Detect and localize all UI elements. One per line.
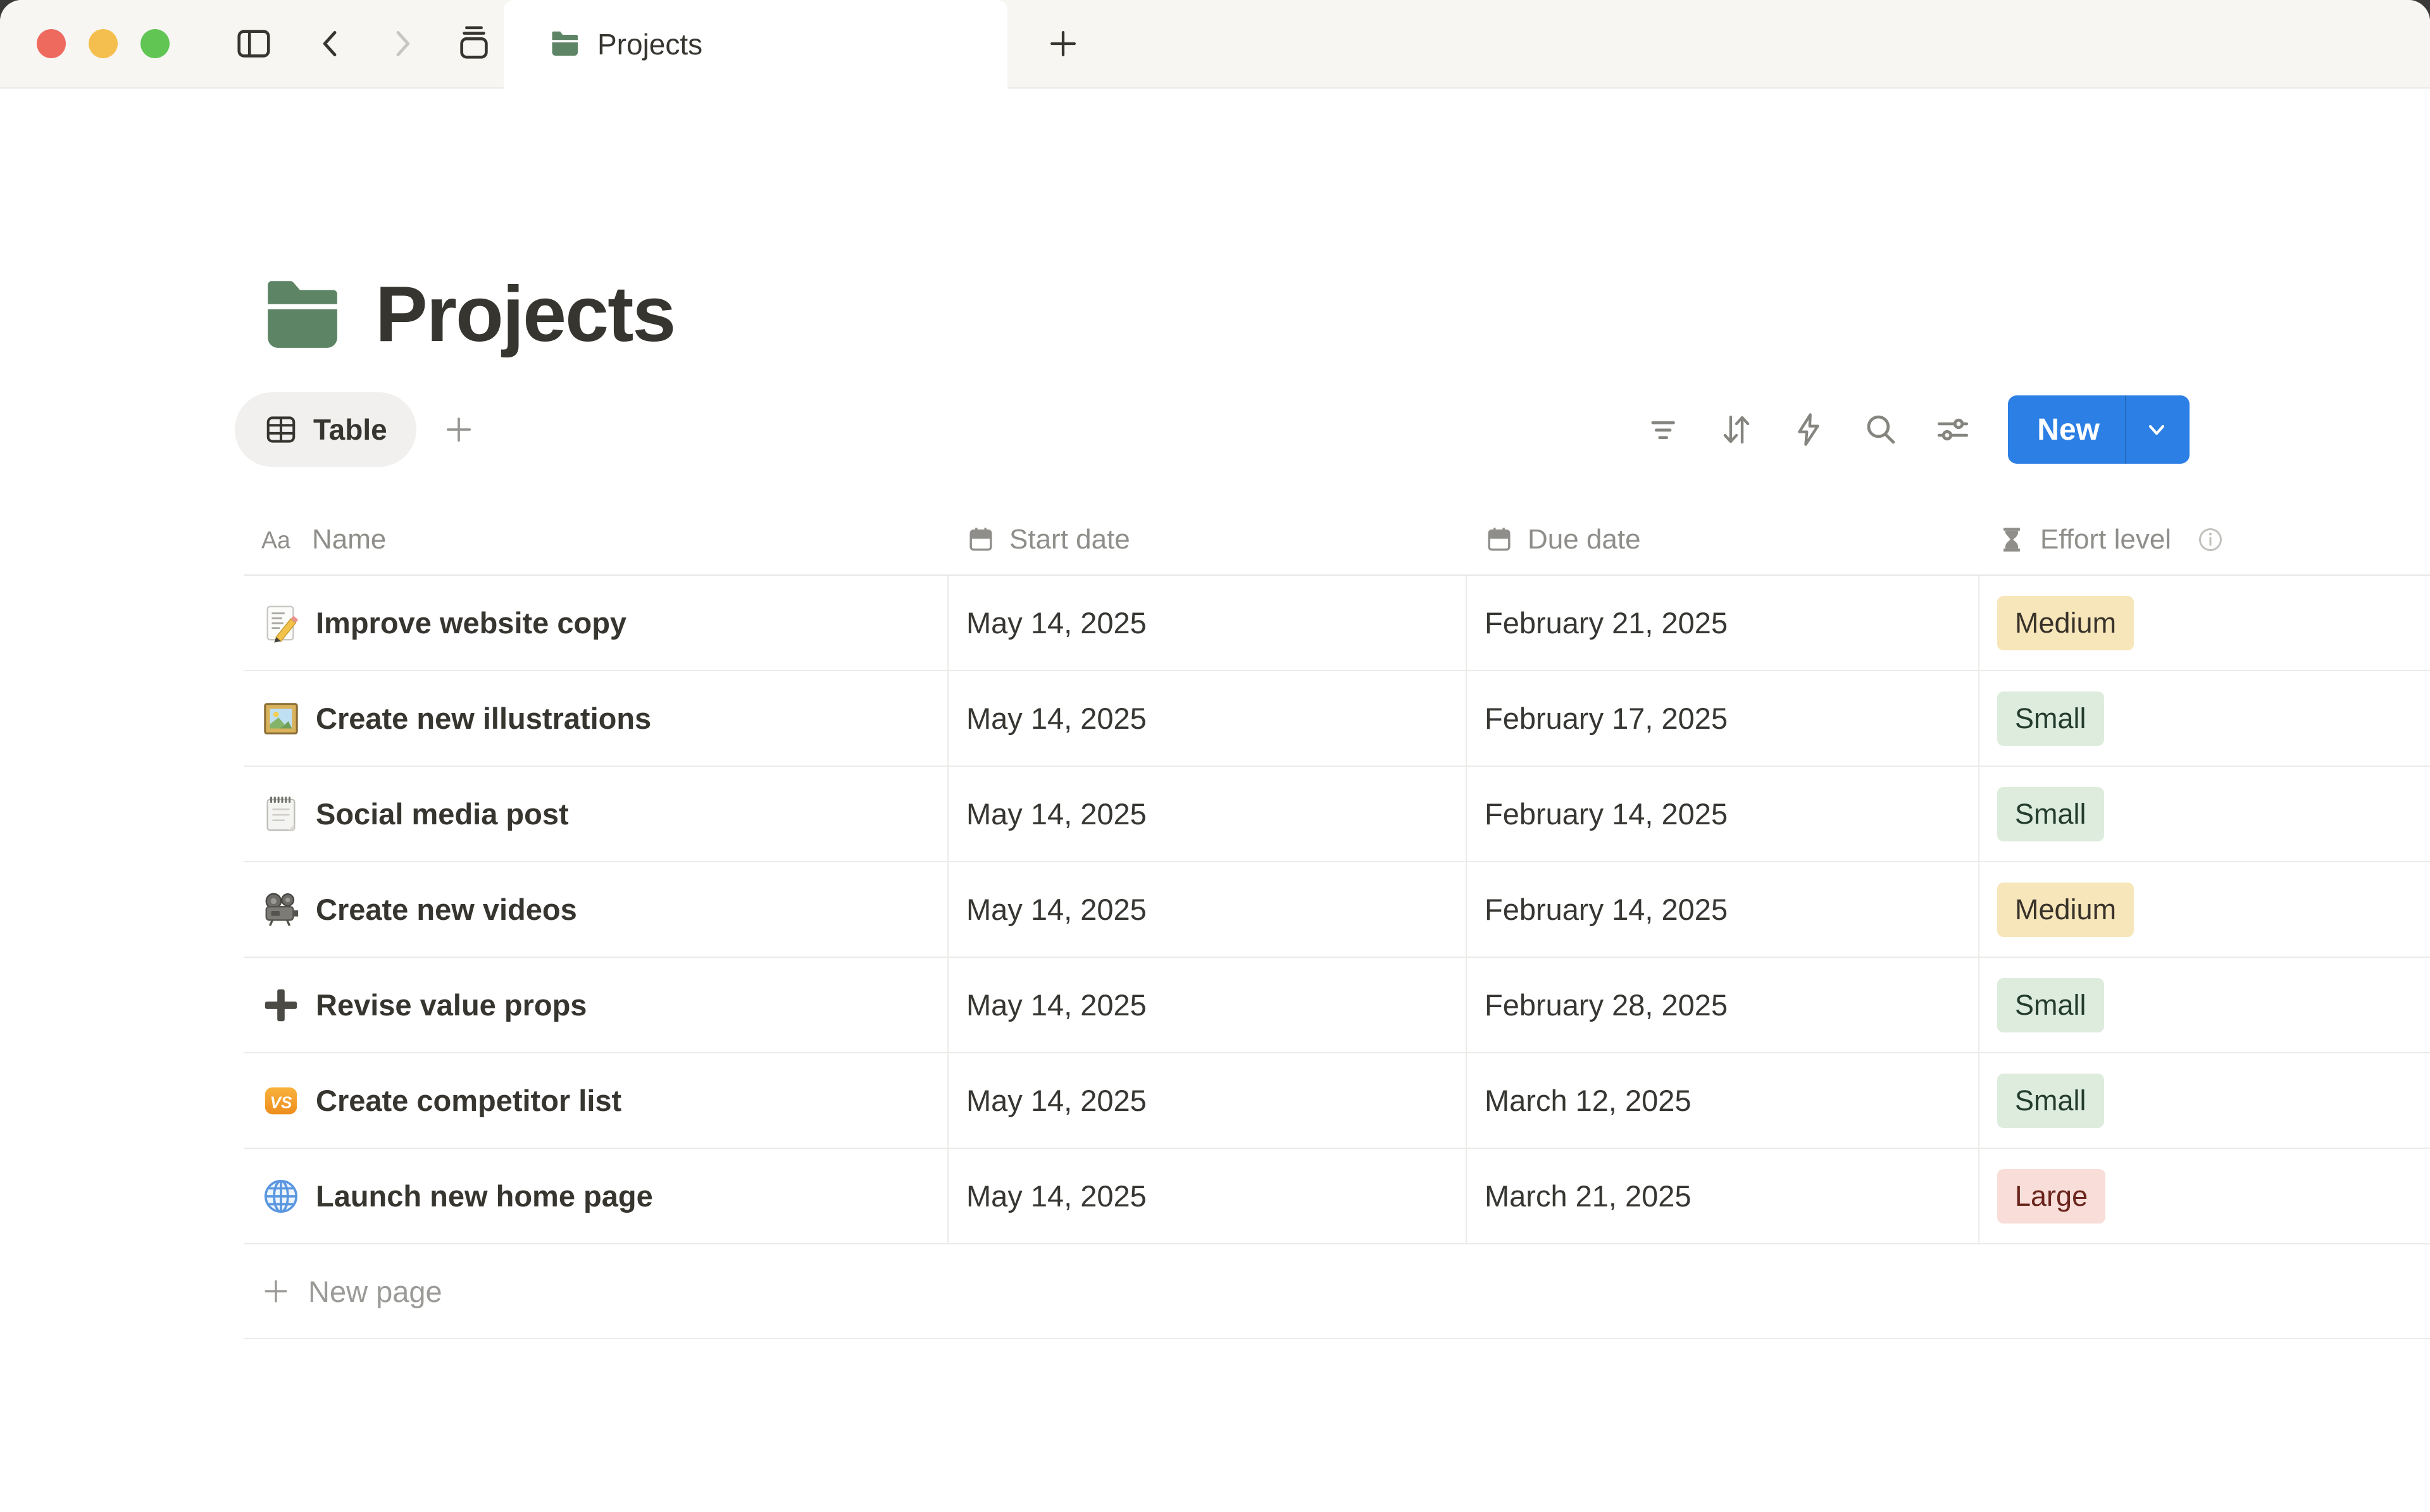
info-icon[interactable] bbox=[2196, 526, 2224, 554]
effort-cell[interactable]: Large bbox=[1979, 1149, 2430, 1243]
window-controls bbox=[0, 0, 504, 87]
page-folder-icon bbox=[260, 273, 342, 356]
tab-title: Projects bbox=[597, 27, 702, 61]
vs-badge-icon: VS bbox=[261, 1081, 301, 1120]
forward-button[interactable] bbox=[385, 26, 420, 61]
start-date-cell[interactable]: May 14, 2025 bbox=[949, 862, 1467, 957]
name-cell[interactable]: Launch new home page bbox=[244, 1149, 949, 1243]
calendar-icon bbox=[966, 525, 995, 554]
column-header-effort-level[interactable]: Effort level bbox=[1979, 524, 2430, 555]
effort-badge: Small bbox=[1997, 1074, 2104, 1128]
effort-cell[interactable]: Small bbox=[1979, 767, 2430, 861]
minimize-button[interactable] bbox=[89, 29, 118, 58]
name-cell[interactable]: Improve website copy bbox=[244, 576, 949, 670]
new-button-group: New bbox=[2008, 395, 2190, 464]
effort-cell[interactable]: Medium bbox=[1979, 862, 2430, 957]
memo-icon bbox=[261, 604, 301, 643]
due-date-cell[interactable]: February 14, 2025 bbox=[1467, 767, 1979, 861]
table-row: Improve website copy May 14, 2025 Februa… bbox=[244, 576, 2430, 671]
search-button[interactable] bbox=[1862, 411, 1899, 448]
column-header-start-date[interactable]: Start date bbox=[949, 524, 1467, 555]
plus-icon bbox=[261, 1277, 290, 1306]
table-row: Launch new home page May 14, 2025 March … bbox=[244, 1149, 2430, 1244]
due-date-cell[interactable]: March 12, 2025 bbox=[1467, 1053, 1979, 1148]
due-date-cell[interactable]: February 21, 2025 bbox=[1467, 576, 1979, 670]
view-settings-button[interactable] bbox=[1935, 411, 1971, 448]
close-button[interactable] bbox=[37, 29, 66, 58]
effort-badge: Small bbox=[1997, 691, 2104, 746]
projects-table: Aa Name Start date Effort level Due date bbox=[244, 505, 2430, 1339]
start-date-cell[interactable]: May 14, 2025 bbox=[949, 1149, 1467, 1243]
table-view-icon bbox=[264, 412, 298, 447]
globe-icon bbox=[261, 1177, 301, 1216]
effort-badge: Medium bbox=[1997, 883, 2134, 937]
effort-badge: Small bbox=[1997, 978, 2104, 1032]
automations-button[interactable] bbox=[1790, 411, 1827, 448]
start-date-cell[interactable]: May 14, 2025 bbox=[949, 671, 1467, 765]
effort-cell[interactable]: Medium bbox=[1979, 576, 2430, 670]
name-cell[interactable]: VS Create competitor list bbox=[244, 1053, 949, 1148]
table-row: Create new videos May 14, 2025 February … bbox=[244, 862, 2430, 958]
due-date-cell[interactable]: February 28, 2025 bbox=[1467, 958, 1979, 1052]
table-row: Revise value props May 14, 2025 February… bbox=[244, 958, 2430, 1053]
zoom-button[interactable] bbox=[140, 29, 170, 58]
view-toolbar: Table bbox=[235, 392, 2430, 467]
start-date-cell[interactable]: May 14, 2025 bbox=[949, 1053, 1467, 1148]
start-date-cell[interactable]: May 14, 2025 bbox=[949, 576, 1467, 670]
effort-badge: Medium bbox=[1997, 596, 2134, 650]
tab-overview-button[interactable] bbox=[454, 24, 494, 63]
due-date-cell[interactable]: February 17, 2025 bbox=[1467, 671, 1979, 765]
name-cell[interactable]: Create new illustrations bbox=[244, 671, 949, 765]
svg-text:VS: VS bbox=[270, 1093, 292, 1112]
page-title: Projects bbox=[375, 275, 675, 354]
new-tab-button[interactable] bbox=[1007, 0, 1119, 87]
start-date-cell[interactable]: May 14, 2025 bbox=[949, 958, 1467, 1052]
due-date-cell[interactable]: March 21, 2025 bbox=[1467, 1149, 1979, 1243]
tab-projects[interactable]: Projects bbox=[504, 0, 1007, 89]
table-actions bbox=[1646, 411, 1971, 448]
view-tab-label: Table bbox=[313, 412, 387, 447]
tab-folder-icon bbox=[549, 29, 580, 59]
page-header: Projects bbox=[260, 89, 2430, 356]
name-cell[interactable]: Create new videos bbox=[244, 862, 949, 957]
new-page-button[interactable]: New page bbox=[244, 1244, 2430, 1339]
app-window: Projects Projects Table bbox=[0, 0, 2430, 1512]
table-row: Social media post May 14, 2025 February … bbox=[244, 767, 2430, 862]
due-date-cell[interactable]: February 14, 2025 bbox=[1467, 862, 1979, 957]
name-cell[interactable]: Social media post bbox=[244, 767, 949, 861]
table-row: Create new illustrations May 14, 2025 Fe… bbox=[244, 671, 2430, 767]
sort-button[interactable] bbox=[1718, 411, 1755, 448]
column-header-name[interactable]: Aa Name bbox=[244, 524, 949, 555]
film-projector-icon bbox=[261, 890, 301, 929]
effort-badge: Small bbox=[1997, 787, 2104, 841]
name-cell[interactable]: Revise value props bbox=[244, 958, 949, 1052]
sidebar-toggle-icon[interactable] bbox=[234, 24, 273, 63]
text-type-icon: Aa bbox=[261, 527, 290, 554]
framed-picture-icon bbox=[261, 699, 301, 738]
spiral-notepad-icon bbox=[261, 795, 301, 834]
plus-icon bbox=[261, 986, 301, 1025]
effort-cell[interactable]: Small bbox=[1979, 1053, 2430, 1148]
start-date-cell[interactable]: May 14, 2025 bbox=[949, 767, 1467, 861]
hourglass-icon bbox=[1997, 525, 2026, 554]
filter-button[interactable] bbox=[1646, 411, 1683, 448]
table-header-row: Aa Name Start date Effort level Due date bbox=[244, 505, 2430, 576]
back-button[interactable] bbox=[313, 26, 348, 61]
tab-bar: Projects bbox=[0, 0, 2430, 89]
new-dropdown-button[interactable] bbox=[2126, 417, 2190, 442]
view-tab-table[interactable]: Table bbox=[235, 392, 416, 467]
calendar-icon bbox=[1485, 525, 1514, 554]
new-button[interactable]: New bbox=[2008, 412, 2125, 447]
page-content: Projects Table bbox=[0, 89, 2430, 1339]
add-view-button[interactable] bbox=[443, 414, 475, 445]
effort-badge: Large bbox=[1997, 1169, 2105, 1224]
table-row: VS Create competitor list May 14, 2025 M… bbox=[244, 1053, 2430, 1149]
effort-cell[interactable]: Small bbox=[1979, 958, 2430, 1052]
column-header-due-date[interactable]: Effort level Due date bbox=[1467, 524, 1979, 555]
tab-bar-empty-space bbox=[1119, 0, 2430, 87]
effort-cell[interactable]: Small bbox=[1979, 671, 2430, 765]
